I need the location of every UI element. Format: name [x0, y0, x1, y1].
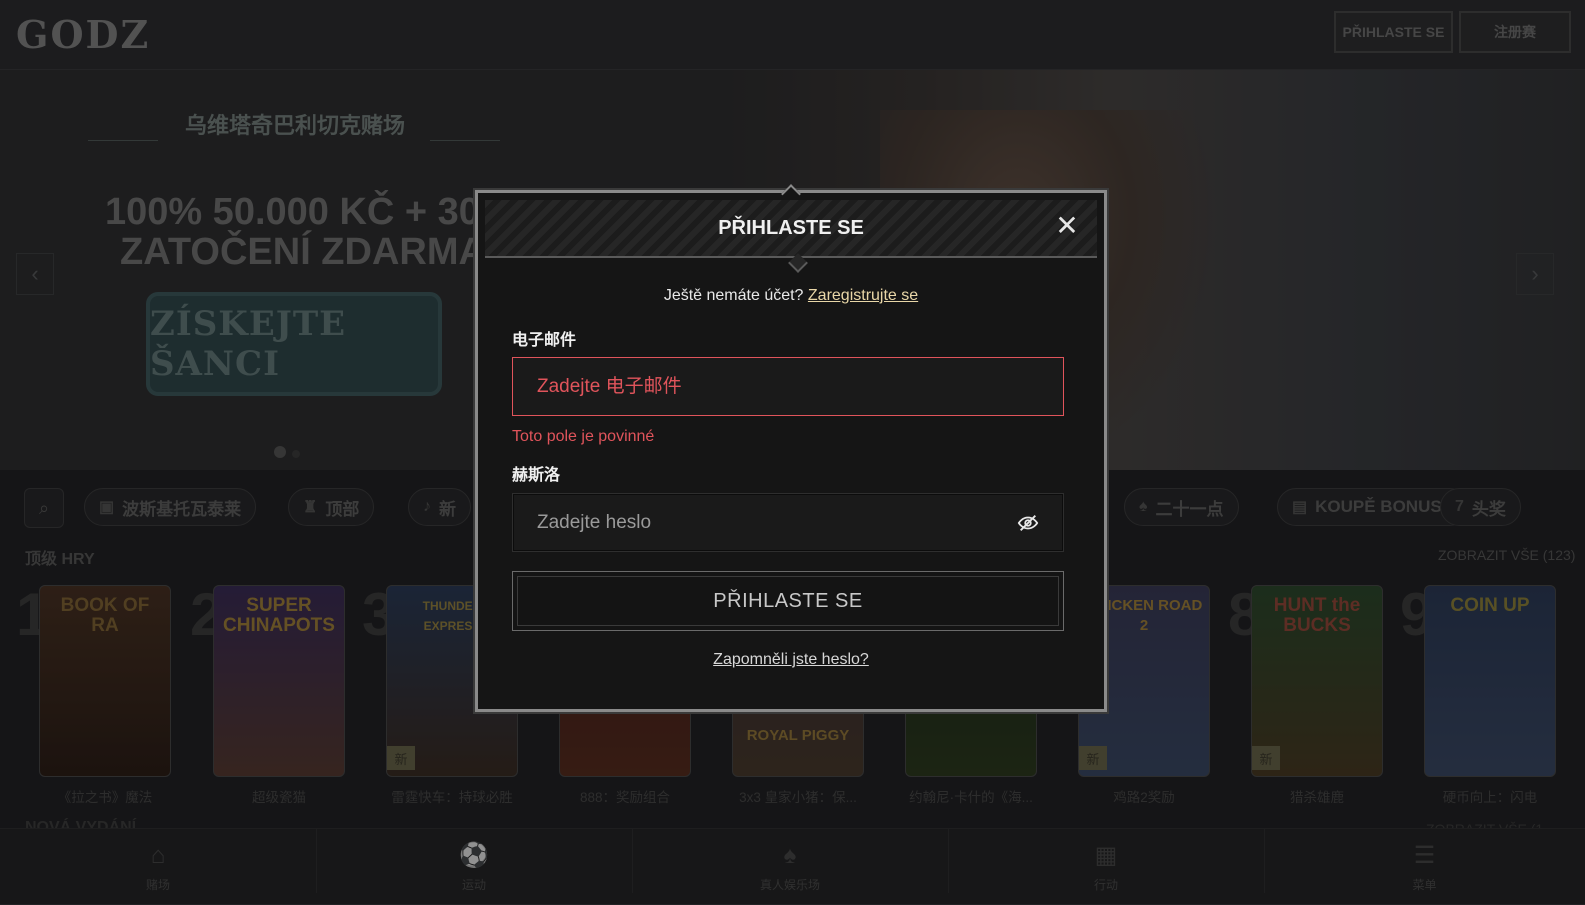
modal-title: PŘIHLASTE SE [718, 217, 864, 239]
register-link[interactable]: Zaregistrujte se [808, 287, 918, 304]
register-prompt: Ještě nemáte účet? Zaregistrujte se [478, 287, 1104, 305]
email-error-message: Toto pole je povinné [512, 428, 655, 445]
email-label: 电子邮件 [512, 332, 577, 349]
login-modal: PŘIHLASTE SE ✕ Ještě nemáte účet? Zaregi… [475, 184, 1107, 712]
password-field-wrapper [512, 493, 1064, 552]
login-submit-button[interactable]: PŘIHLASTE SE [512, 571, 1064, 631]
password-field[interactable] [513, 494, 1063, 551]
modal-header: PŘIHLASTE SE ✕ [485, 200, 1097, 273]
password-label: 赫斯洛 [512, 467, 561, 484]
forgot-password-link[interactable]: Zapomněli jste heslo? [478, 651, 1104, 669]
modal-header-ornament [788, 253, 808, 273]
eye-slash-icon[interactable] [1017, 512, 1039, 534]
close-icon[interactable]: ✕ [1053, 212, 1081, 240]
email-field[interactable] [513, 358, 1063, 415]
no-account-text: Ještě nemáte účet? [663, 287, 804, 304]
email-field-wrapper [512, 357, 1064, 416]
